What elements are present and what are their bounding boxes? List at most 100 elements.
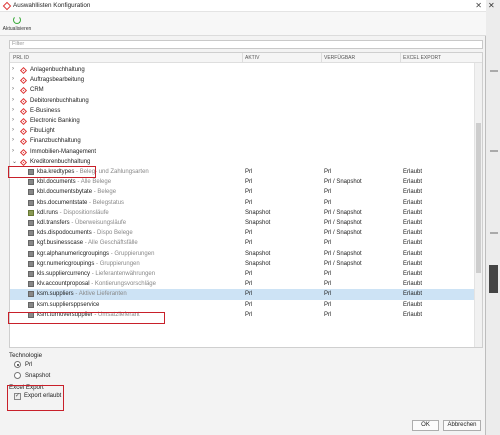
available-cell: Prl (324, 291, 332, 298)
radio-button-icon[interactable] (14, 372, 21, 379)
table-row[interactable]: ksm.suppliers - Aktive Lieferanten Prl Prl… (10, 289, 474, 300)
cancel-button[interactable]: Abbrechen (443, 420, 481, 431)
module-icon (19, 148, 28, 156)
prl-description: - Lieferantenwährungen (90, 271, 156, 277)
prl-id-text: kdl.transfers (37, 220, 70, 226)
chevron-right-icon[interactable]: › (12, 148, 14, 154)
active-cell: Prl (245, 199, 253, 206)
available-cell: Prl (324, 301, 332, 308)
scrollbar-thumb[interactable] (476, 123, 481, 273)
close-icon: ✕ (488, 1, 495, 10)
close-icon[interactable]: ✕ (475, 1, 482, 10)
table-row[interactable]: kbl.documentsbytate - Belege Prl Prl Erlaub… (10, 187, 474, 197)
table-icon (28, 179, 34, 186)
column-header-id[interactable]: PRL ID (13, 55, 29, 61)
chevron-right-icon[interactable]: › (12, 127, 14, 133)
column-header-available[interactable]: VERFÜGBAR (324, 55, 355, 61)
excel-cell: Erlaubt (403, 250, 423, 257)
table-row[interactable]: ksm.suppliersppservice Prl Prl Erlaubt (10, 300, 474, 310)
technology-heading: Technologie (9, 352, 43, 359)
active-cell: Snapshot (245, 220, 271, 226)
prl-id-text: kds.dispodocuments (37, 230, 92, 237)
radio-snapshot-label: Snapshot (25, 372, 51, 379)
table-icon (28, 240, 34, 247)
available-cell: Prl / Snapshot (324, 209, 362, 216)
chevron-right-icon[interactable]: › (12, 117, 14, 123)
tree-folder-row[interactable]: › Auftragsbearbeitung (10, 75, 474, 85)
prl-id: ksm.suppliers - Aktive Lieferanten (37, 291, 127, 297)
chevron-down-icon[interactable]: ⌄ (12, 158, 17, 165)
table-row[interactable]: kgr.numericgroupings - Gruppierungen Snap… (10, 259, 474, 269)
prl-description: - Alle Belege (75, 179, 112, 186)
chevron-right-icon[interactable]: › (12, 137, 14, 143)
radio-button-icon[interactable] (14, 361, 21, 368)
filter-input[interactable]: Filter (9, 40, 483, 49)
tree-folder-row[interactable]: › Electronic Banking (10, 116, 474, 126)
column-header-excel[interactable]: EXCEL EXPORT (403, 55, 441, 61)
prl-id: kls.suppliercurrency - Lieferantenwährun… (37, 271, 155, 277)
module-icon (19, 117, 28, 126)
prl-id-text: kbs.documentstate (37, 199, 88, 206)
prl-description: - Gruppierungen (109, 250, 155, 257)
prl-id-text: kgr.numericgroupings (37, 260, 95, 267)
vertical-scrollbar[interactable] (474, 63, 482, 347)
table-row[interactable]: kgr.alphanumericgroupings - Gruppierunge… (10, 249, 474, 259)
module-icon (19, 66, 28, 75)
tree-folder-row[interactable]: › FibuLight (10, 126, 474, 136)
module-icon (19, 128, 28, 136)
table-row[interactable]: kbs.documentstate - Belegstatus Prl Prl Erl… (10, 198, 474, 208)
tree-folder-row[interactable]: › Finanzbuchhaltung (10, 136, 474, 146)
excel-cell: Erlaubt (403, 271, 423, 277)
excel-cell: Erlaubt (403, 240, 423, 247)
table-row[interactable]: klv.accountproposal - Kontierungsvorschl… (10, 279, 474, 289)
active-cell: Prl (245, 281, 253, 288)
window-title: Auswahllisten Konfiguration (13, 2, 91, 9)
chevron-right-icon[interactable]: › (12, 97, 14, 103)
ok-button[interactable]: OK (412, 420, 439, 431)
module-icon (19, 97, 28, 105)
available-cell: Prl (324, 311, 332, 318)
refresh-icon (13, 16, 21, 24)
prl-id-text: kbl.documentsbytate (37, 189, 93, 196)
tree-folder-row[interactable]: › E-Business (10, 106, 474, 116)
excel-cell: Erlaubt (403, 179, 423, 186)
module-icon (19, 77, 28, 85)
chevron-right-icon[interactable]: › (12, 66, 14, 72)
excel-cell: Erlaubt (403, 230, 423, 237)
radio-snapshot[interactable]: Snapshot (9, 370, 479, 381)
chevron-right-icon[interactable]: › (12, 107, 14, 113)
available-cell: Prl (324, 281, 332, 288)
prl-id: kbs.documentstate - Belegstatus (37, 200, 124, 206)
tree-folder-row[interactable]: › Anlagenbuchhaltung (10, 65, 474, 75)
export-allowed-checkbox[interactable]: ✓ Export erlaubt (14, 391, 479, 401)
available-cell: Prl / Snapshot (324, 179, 362, 186)
tree-folder-row[interactable]: › Debitorenbuchhaltung (10, 96, 474, 106)
prl-description: - Alle Geschäftsfälle (83, 240, 138, 247)
table-row[interactable]: kdl.transfers - Überweisungsläufe Snapsho… (10, 218, 474, 228)
table-row[interactable]: kds.dispodocuments - Dispo Belege Prl Prl … (10, 228, 474, 238)
available-cell: Prl (324, 199, 332, 206)
table-icon (28, 291, 34, 298)
table-row[interactable]: kbl.documents - Alle Belege Prl Prl / Snap… (10, 177, 474, 187)
excel-cell: Erlaubt (403, 281, 423, 288)
prl-id-text: kls.suppliercurrency (37, 271, 91, 277)
available-cell: Prl / Snapshot (324, 230, 362, 237)
available-cell: Prl / Snapshot (324, 250, 362, 257)
excel-cell: Erlaubt (403, 311, 423, 318)
active-cell: Prl (245, 230, 253, 237)
refresh-label: Aktualisieren (2, 26, 32, 32)
table-row[interactable]: kdl.runs - Dispositionsläufe Snapshot Prl … (10, 208, 474, 218)
radio-prl[interactable]: Prl (9, 359, 479, 370)
available-cell: Prl (324, 169, 332, 175)
table-row[interactable]: kls.suppliercurrency - Lieferantenwährun… (10, 269, 474, 279)
excel-cell: Erlaubt (403, 169, 423, 175)
tree-folder-row[interactable]: › CRM (10, 85, 474, 95)
excel-cell: Erlaubt (403, 260, 423, 267)
refresh-button[interactable]: Aktualisieren (2, 14, 32, 34)
chevron-right-icon[interactable]: › (12, 86, 14, 92)
table-row[interactable]: kgf.businesscase - Alle Geschäftsfälle Pr… (10, 238, 474, 248)
tree-folder-row[interactable]: › Immobilien-Management (10, 147, 474, 157)
column-header-active[interactable]: AKTIV (245, 55, 259, 61)
highlight-ksm-suppliers (8, 312, 165, 324)
chevron-right-icon[interactable]: › (12, 76, 14, 82)
